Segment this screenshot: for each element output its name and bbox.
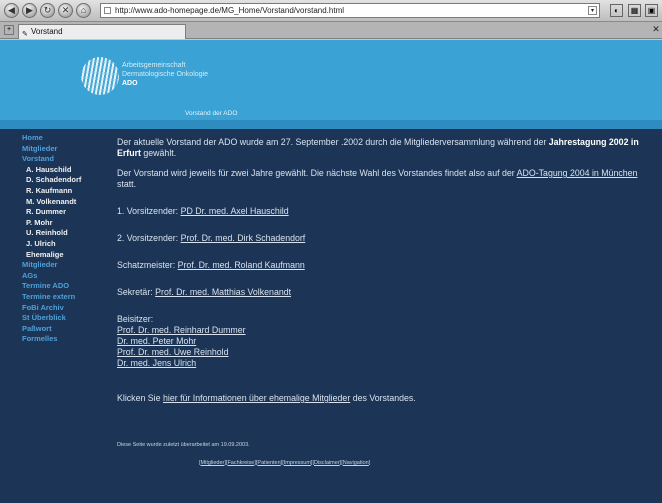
address-url: http://www.ado-homepage.de/MG_Home/Vorst… (115, 6, 345, 15)
page-title: Vorstand der ADO (185, 110, 238, 117)
treasurer-link[interactable]: Prof. Dr. med. Roland Kaufmann (178, 260, 305, 270)
last-updated-note: Diese Seite wurde zuletzt überarbeitet a… (117, 442, 250, 448)
header-divider (0, 120, 662, 129)
assessor-link[interactable]: Dr. med. Jens Ulrich (117, 358, 196, 368)
sidebar-item-m-volkenandt[interactable]: M. Volkenandt (22, 197, 112, 208)
stop-button[interactable]: ✕ (58, 3, 73, 18)
assessor-link[interactable]: Prof. Dr. med. Uwe Reinhold (117, 347, 228, 357)
bookmark-icon[interactable]: ◐ (610, 4, 623, 17)
sidebar-item-mitglieder[interactable]: Mitglieder (22, 144, 112, 155)
sidebar-item-r-dummer[interactable]: R. Dummer (22, 207, 112, 218)
close-tab-icon[interactable]: ✕ (651, 25, 661, 35)
sidebar-item-mitglieder[interactable]: Mitglieder (22, 260, 112, 271)
org-short: ADO (122, 80, 138, 87)
ado-conference-link[interactable]: ADO-Tagung 2004 in München (517, 168, 638, 178)
treasurer-row: Schatzmeister: Prof. Dr. med. Roland Kau… (117, 260, 305, 270)
org-line-1: Arbeitsgemeinschaft (122, 62, 186, 69)
org-name: Arbeitsgemeinschaft Dermatologische Onko… (122, 61, 208, 88)
chair2-link[interactable]: Prof. Dr. med. Dirk Schadendorf (181, 233, 306, 243)
sidebar-item-paßwort[interactable]: Paßwort (22, 324, 112, 335)
home-button[interactable]: ⌂ (76, 3, 91, 18)
sidebar-item-r-kaufmann[interactable]: R. Kaufmann (22, 186, 112, 197)
intro-paragraph: Der aktuelle Vorstand der ADO wurde am 2… (117, 137, 639, 158)
secretary-row: Sekretär: Prof. Dr. med. Matthias Volken… (117, 287, 292, 297)
former-members-row: Klicken Sie hier für Informationen über … (117, 393, 416, 403)
sidebar-item-ehemalige[interactable]: Ehemalige (22, 250, 112, 261)
browser-toolbar: ◀ ▶ ↻ ✕ ⌂ http://www.ado-homepage.de/MG_… (0, 0, 662, 22)
secretary-link[interactable]: Prof. Dr. med. Matthias Volkenandt (155, 287, 291, 297)
sidebar-item-fobi-archiv[interactable]: FoBi Archiv (22, 303, 112, 314)
site-header: Arbeitsgemeinschaft Dermatologische Onko… (0, 40, 662, 120)
footer-link-mitglieder[interactable]: Mitglieder (201, 460, 225, 466)
address-bar[interactable]: http://www.ado-homepage.de/MG_Home/Vorst… (100, 3, 600, 18)
footer-bracket: ] (368, 460, 371, 466)
assessor-link[interactable]: Dr. med. Peter Mohr (117, 336, 196, 346)
page-icon (104, 7, 111, 14)
footer-link-patienten[interactable]: Patienten (257, 460, 280, 466)
tab-bar: + ✎ Vorstand ✕ (0, 22, 662, 39)
chair1-link[interactable]: PD Dr. med. Axel Hauschild (181, 206, 289, 216)
footer-link-impressum[interactable]: Impressum (284, 460, 311, 466)
forward-button[interactable]: ▶ (22, 3, 37, 18)
sidebar-nav: Home Mitglieder Vorstand A. Hauschild D. Sch… (22, 133, 112, 345)
window-icon[interactable]: ▣ (645, 4, 658, 17)
sidebar-item-a-hauschild[interactable]: A. Hauschild (22, 165, 112, 176)
sidebar-item-d-schadendorf[interactable]: D. Schadendorf (22, 175, 112, 186)
footer-nav: [Mitglieder][Fachkreise][Patienten][Impr… (199, 460, 370, 466)
sidebar-item-formelles[interactable]: Formelles (22, 334, 112, 345)
term-paragraph: Der Vorstand wird jeweils für zwei Jahre… (117, 168, 638, 189)
tab-vorstand[interactable]: ✎ Vorstand (18, 24, 186, 39)
sidebar-item-termine-extern[interactable]: Termine extern (22, 292, 112, 303)
ado-globe-logo[interactable] (81, 57, 119, 95)
sidebar-item-j-ulrich[interactable]: J. Ulrich (22, 239, 112, 250)
assessors-label: Beisitzer: (117, 314, 154, 324)
sidebar-item-home[interactable]: Home (22, 133, 112, 144)
new-tab-icon[interactable]: + (4, 25, 14, 35)
sidebar-item-ags[interactable]: AGs (22, 271, 112, 282)
tab-label: Vorstand (31, 27, 63, 36)
sidebar-item-vorstand[interactable]: Vorstand (22, 154, 112, 165)
page: Arbeitsgemeinschaft Dermatologische Onko… (0, 40, 662, 503)
reload-button[interactable]: ↻ (40, 3, 55, 18)
footer-link-disclaimer[interactable]: Disclaimer (314, 460, 340, 466)
view-icon[interactable]: ▦ (628, 4, 641, 17)
sidebar-item-st-überblick[interactable]: St Überblick (22, 313, 112, 324)
former-members-link[interactable]: hier für Informationen über ehemalige Mi… (163, 393, 350, 403)
sidebar-item-termine-ado[interactable]: Termine ADO (22, 281, 112, 292)
assessors-block: Beisitzer: Prof. Dr. med. Reinhard Dumme… (117, 314, 657, 369)
chair1-row: 1. Vorsitzender: PD Dr. med. Axel Hausch… (117, 206, 289, 216)
chair2-row: 2. Vorsitzender: Prof. Dr. med. Dirk Sch… (117, 233, 306, 243)
footer-link-fachkreise[interactable]: Fachkreise (227, 460, 254, 466)
assessor-link[interactable]: Prof. Dr. med. Reinhard Dummer (117, 325, 246, 335)
back-button[interactable]: ◀ (4, 3, 19, 18)
address-dropdown-icon[interactable]: ▾ (588, 6, 597, 15)
sidebar-item-p-mohr[interactable]: P. Mohr (22, 218, 112, 229)
org-line-2: Dermatologische Onkologie (122, 71, 208, 78)
main-content: Der aktuelle Vorstand der ADO wurde am 2… (117, 137, 657, 413)
sidebar-item-u-reinhold[interactable]: U. Reinhold (22, 228, 112, 239)
footer-link-navigation[interactable]: Navigation (343, 460, 369, 466)
